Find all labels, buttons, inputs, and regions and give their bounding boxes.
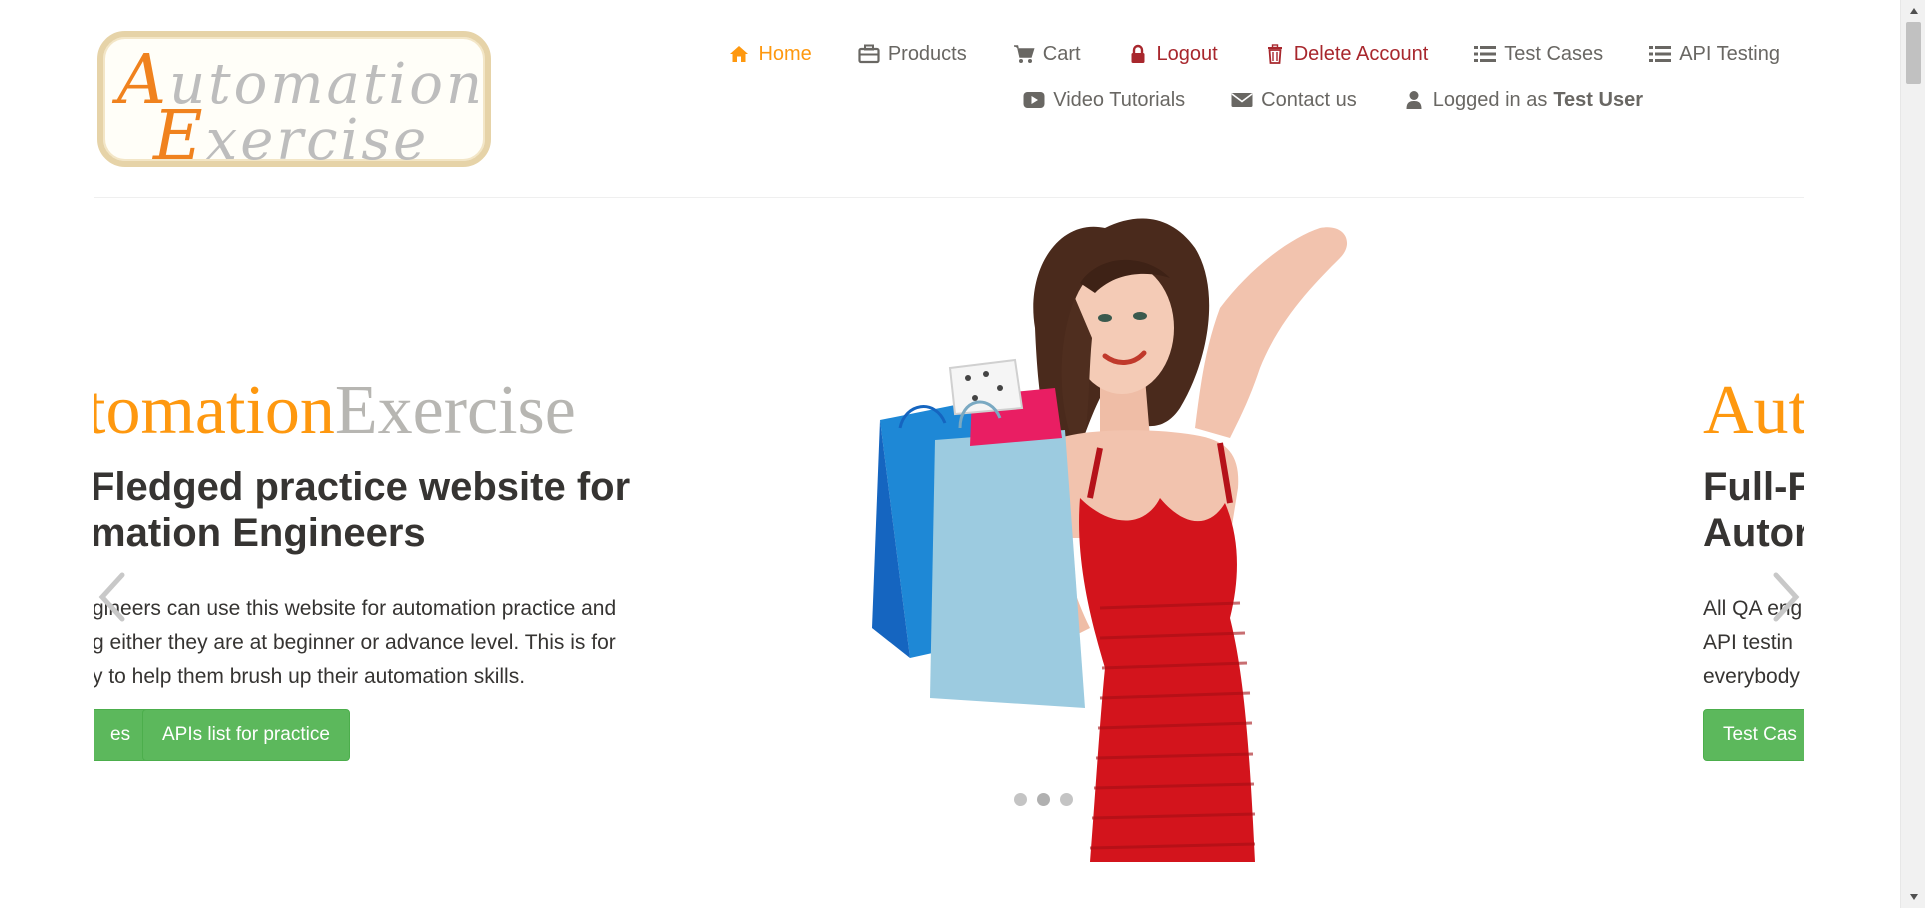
home-icon: [726, 44, 752, 64]
page: Automation Exercise Home Products Cart L…: [0, 0, 1925, 908]
triangle-up-icon: [1909, 8, 1918, 14]
hero-image-woman-with-bags: [872, 218, 1348, 862]
next-slide-test-cases-button[interactable]: Test Cas: [1703, 709, 1804, 761]
page-scrollbar[interactable]: [1900, 0, 1925, 908]
nav-delete-account[interactable]: Delete Account: [1262, 44, 1428, 64]
lock-icon: [1125, 44, 1151, 64]
next-slide-body-line-2: API testin: [1703, 631, 1793, 654]
slide-headline-line-1: Fledged practice website for: [94, 465, 631, 509]
main-nav-row-2: Video Tutorials Contact us Logged in as …: [1021, 90, 1643, 110]
triangle-down-icon: [1909, 894, 1918, 900]
slide-headline-line-2: mation Engineers: [94, 511, 426, 555]
list-icon: [1647, 44, 1673, 64]
slider-prev-arrow[interactable]: [92, 567, 132, 627]
nav-video-tutorials[interactable]: Video Tutorials: [1021, 90, 1185, 110]
nav-logout[interactable]: Logout: [1125, 44, 1218, 64]
main-nav-row-1: Home Products Cart Logout Delete Account: [726, 44, 1780, 64]
cart-icon: [1011, 44, 1037, 64]
chevron-right-icon: [1773, 572, 1800, 622]
next-slide-headline-line-2: Autor: [1703, 511, 1804, 555]
slide-body-line-2: g either they are at beginner or advance…: [94, 631, 616, 654]
envelope-icon: [1229, 90, 1255, 110]
slider-next-arrow[interactable]: [1766, 567, 1806, 627]
list-icon: [1472, 44, 1498, 64]
briefcase-icon: [856, 44, 882, 64]
slide-body-line-3: y to help them brush up their automation…: [94, 665, 526, 688]
site-logo[interactable]: Automation Exercise: [97, 31, 491, 171]
scroll-down-arrow[interactable]: [1901, 888, 1925, 906]
youtube-play-icon: [1021, 90, 1047, 110]
slide-brand-title: tomationExercise: [94, 372, 576, 449]
trash-icon: [1262, 44, 1288, 64]
nav-test-cases[interactable]: Test Cases: [1472, 44, 1603, 64]
next-slide-brand-title: Aut: [1703, 372, 1804, 449]
nav-products[interactable]: Products: [856, 44, 967, 64]
nav-cart[interactable]: Cart: [1011, 44, 1081, 64]
logged-in-username: Test User: [1553, 89, 1643, 111]
user-icon: [1401, 90, 1427, 110]
slide-body-line-1: gineers can use this website for automat…: [94, 597, 617, 620]
logged-in-indicator: Logged in as Test User: [1401, 90, 1643, 110]
next-slide-body-line-3: everybody: [1703, 665, 1800, 688]
logo-line-2: Exercise: [153, 97, 430, 176]
apis-list-button[interactable]: APIs list for practice: [142, 709, 350, 761]
nav-home[interactable]: Home: [726, 44, 812, 64]
scroll-up-arrow[interactable]: [1901, 2, 1925, 20]
scroll-thumb[interactable]: [1906, 22, 1921, 84]
chevron-left-icon: [98, 572, 125, 622]
next-slide-headline-line-1: Full-F: [1703, 465, 1804, 509]
nav-contact-us[interactable]: Contact us: [1229, 90, 1357, 110]
nav-api-testing[interactable]: API Testing: [1647, 44, 1780, 64]
